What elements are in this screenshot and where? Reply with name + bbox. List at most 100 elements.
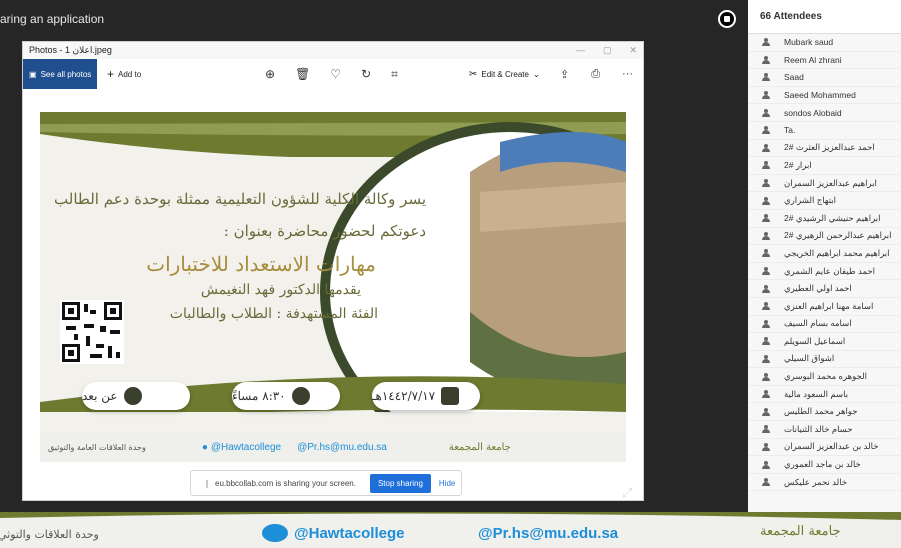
stop-sharing-button[interactable]: Stop sharing	[369, 473, 431, 493]
person-icon	[762, 284, 770, 293]
attendee-item[interactable]: ابرار #2	[748, 157, 901, 175]
person-icon	[762, 478, 770, 487]
time-pill: ٨:٣٠ مساءً	[232, 382, 340, 410]
attendee-item[interactable]: اسامه بسام السيف	[748, 316, 901, 334]
attendees-header: 66 Attendees	[748, 0, 901, 34]
attendee-item[interactable]: ابراهيم عبدالرحمن الزهيري #2	[748, 228, 901, 246]
attendee-item[interactable]: احمد اولي العطيري	[748, 280, 901, 298]
print-icon[interactable]: ⎙	[591, 68, 600, 81]
attendee-name: احمد اولي العطيري	[784, 283, 852, 294]
attendee-item[interactable]: خالد بن عبدالعزيز السمران	[748, 439, 901, 457]
maximize-icon[interactable]: ▢	[603, 42, 612, 59]
person-icon	[762, 214, 770, 223]
attendee-list: Mubark saud Reem Al zhrani Saad Saeed Moham…	[748, 34, 901, 492]
see-all-photos-button[interactable]: ▣ See all photos	[23, 59, 97, 89]
person-icon	[762, 91, 770, 100]
attendee-name: اسماعيل السويلم	[784, 335, 846, 346]
attendee-name: باسم السعود مالية	[784, 388, 849, 399]
bottom-banner-strip: وحدة العلاقات والتوثي @Hawtacollege @Pr.…	[0, 512, 901, 548]
attendee-item[interactable]: ابراهيم محمد ابراهيم الخريجي	[748, 245, 901, 263]
favorite-icon[interactable]: ♡	[330, 67, 341, 81]
attendee-name: ابتهاج الشراري	[784, 195, 836, 206]
attendee-item[interactable]: Mubark saud	[748, 34, 901, 52]
person-icon	[762, 267, 770, 276]
attendee-item[interactable]: جواهر محمد الطليس	[748, 403, 901, 422]
attendee-item[interactable]: Ta.	[748, 122, 901, 140]
photos-toolbar: ▣ See all photos + Add to ⊕ 🗑 ♡ ↻ ⌗ ✂ Ed…	[23, 59, 643, 89]
minimize-icon[interactable]: —	[576, 42, 585, 59]
attendee-item[interactable]: اسامة مهنا ابراهيم العنزي	[748, 298, 901, 316]
attendee-name: اسامة مهنا ابراهيم العنزي	[784, 300, 874, 311]
attendee-name: Ta.	[784, 125, 796, 136]
delete-icon[interactable]: 🗑	[295, 67, 310, 81]
attendee-item[interactable]: حسام خالد الثنيانات	[748, 421, 901, 439]
clock-icon	[291, 387, 310, 405]
time-label: ٨:٣٠ مساءً	[232, 389, 286, 403]
attendee-name: اشواق السيلي	[784, 353, 835, 364]
attendee-item[interactable]: اشواق السيلي	[748, 351, 901, 369]
add-to-button[interactable]: + Add to	[107, 67, 141, 81]
attendee-name: Reem Al zhrani	[784, 54, 842, 65]
person-icon	[762, 161, 770, 170]
qr-code	[60, 300, 124, 364]
poster-twitter: @Hawtacollege	[210, 441, 282, 453]
hide-banner-button[interactable]: Hide	[439, 479, 455, 488]
zoom-icon[interactable]: ⊕	[265, 67, 275, 81]
attendee-name: اسامه بسام السيف	[784, 318, 852, 329]
crop-icon[interactable]: ⌗	[391, 67, 398, 82]
person-icon	[762, 372, 770, 381]
attendee-item[interactable]: Saad	[748, 69, 901, 87]
attendee-item[interactable]: ابراهيم حنيشي الرشيدي #2	[748, 210, 901, 228]
attendee-name: sondos Alobaid	[784, 107, 842, 118]
person-icon	[762, 302, 770, 311]
attendee-name: احمد طيفان عايم الشمري	[784, 265, 876, 276]
screen-share-banner: ∥ eu.bbcollab.com is sharing your screen…	[190, 470, 462, 496]
attendee-item[interactable]: ابتهاج الشراري	[748, 192, 901, 210]
attendee-item[interactable]: اسماعيل السويلم	[748, 333, 901, 351]
attendee-name: خالد بن ماجد العموري	[784, 459, 861, 470]
attendee-name: خالد بن عبدالعزيز السمران	[784, 441, 879, 452]
person-icon	[762, 249, 770, 258]
person-icon	[762, 407, 770, 416]
attendee-name: ابراهيم محمد ابراهيم الخريجي	[784, 247, 890, 258]
plus-icon: +	[107, 67, 115, 81]
person-icon	[762, 231, 770, 240]
person-icon	[762, 179, 770, 188]
attendee-name: جواهر محمد الطليس	[784, 406, 858, 417]
expand-icon[interactable]: ⤢	[622, 485, 632, 501]
poster-presenter: يقدمها الدكتور فهد النغيمش	[200, 282, 361, 298]
remote-icon	[123, 387, 142, 405]
drag-handle-icon[interactable]: ∥	[205, 479, 209, 488]
attendee-name: حسام خالد الثنيانات	[784, 423, 853, 434]
poster-footer: وحدة العلاقات العامة والتوثيق ● @Hawtaco…	[40, 432, 626, 462]
more-icon[interactable]: ···	[622, 68, 633, 80]
calendar-icon	[441, 387, 460, 405]
attendee-item[interactable]: خالد بن ماجد العموري	[748, 456, 901, 474]
add-to-label: Add to	[118, 69, 142, 79]
person-icon	[762, 390, 770, 399]
poster-footer-dept: وحدة العلاقات العامة والتوثيق	[48, 442, 146, 452]
attendee-item[interactable]: باسم السعود مالية	[748, 386, 901, 404]
attendees-panel: 66 Attendees Mubark saud Reem Al zhrani Sa…	[748, 0, 901, 548]
attendee-item[interactable]: ابراهيم عبدالعزيز السمران	[748, 175, 901, 193]
attendee-item[interactable]: احمد عبدالعزيز العثرث #2	[748, 140, 901, 158]
attendee-item[interactable]: Saeed Mohammed	[748, 87, 901, 105]
attendee-item[interactable]: Reem Al zhrani	[748, 52, 901, 70]
poster-line-1: يسر وكالة الكلية للشؤون التعليمية ممثلة …	[54, 190, 426, 208]
stop-icon	[724, 16, 730, 22]
share-icon[interactable]: ⇪	[560, 68, 569, 81]
close-icon[interactable]: ✕	[629, 42, 637, 59]
attendee-name: ابراهيم عبدالعزيز السمران	[784, 177, 877, 188]
person-icon	[762, 442, 770, 451]
attendee-item[interactable]: الجوهره محمد البوسري	[748, 368, 901, 386]
stop-record-button[interactable]	[718, 10, 736, 28]
attendee-item[interactable]: خالد نحمر عليكس	[748, 474, 901, 492]
attendee-name: احمد عبدالعزيز العثرث #2	[784, 142, 875, 153]
photos-icon: ▣	[29, 69, 37, 79]
rotate-icon[interactable]: ↻	[361, 67, 371, 81]
attendee-item[interactable]: احمد طيفان عايم الشمري	[748, 263, 901, 281]
edit-create-button[interactable]: ✂ Edit & Create ⌄	[469, 59, 540, 89]
qr-code-pattern	[62, 302, 122, 362]
person-icon	[762, 38, 770, 47]
attendee-item[interactable]: sondos Alobaid	[748, 104, 901, 122]
